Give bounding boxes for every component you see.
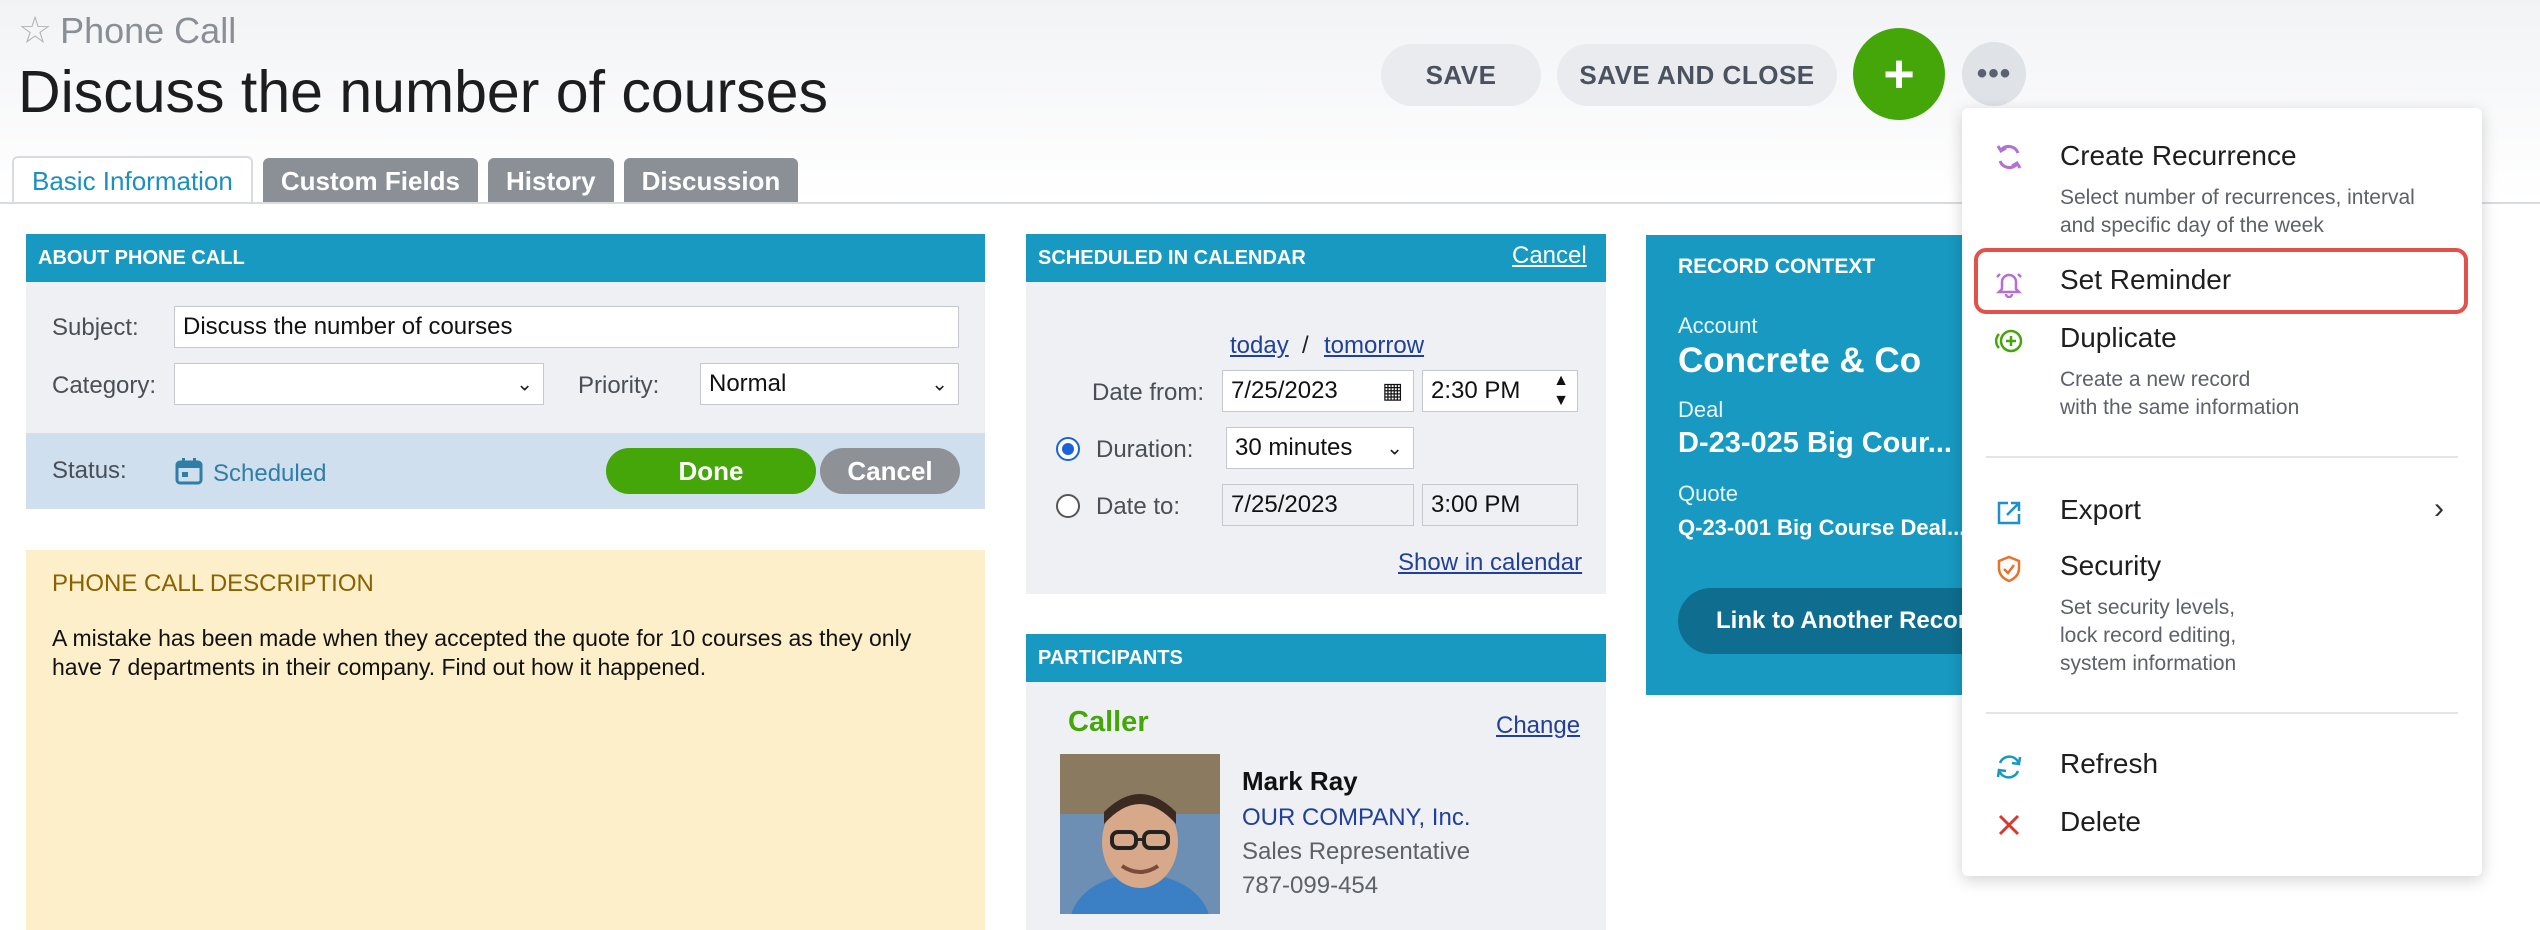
status-label: Status: [52,457,127,484]
time-to-value: 3:00 PM [1431,491,1521,518]
date-from-input[interactable]: 7/25/2023 ▦ [1222,370,1414,412]
recurrence-icon [1992,140,2026,174]
duplicate-icon [1992,324,2026,358]
shield-icon [1992,552,2026,586]
more-options-menu: Create Recurrence Select number of recur… [1962,108,2482,876]
tomorrow-link[interactable]: tomorrow [1324,332,1424,360]
duration-select[interactable]: 30 minutes ⌄ [1226,427,1414,469]
save-and-close-button[interactable]: SAVE AND CLOSE [1557,44,1837,106]
chevron-right-icon: › [2434,492,2444,525]
time-to-input[interactable]: 3:00 PM [1422,484,1578,526]
menu-item-export[interactable]: Export [2060,494,2141,526]
subject-label: Subject: [52,314,139,341]
account-label: Account [1678,313,1758,338]
time-from-input[interactable]: 2:30 PM ▲ ▼ [1422,370,1578,412]
category-label: Category: [52,372,157,399]
record-context-heading: RECORD CONTEXT [1678,255,1876,278]
calendar-icon [174,456,204,486]
time-stepper-icon[interactable]: ▲ ▼ [1553,371,1569,411]
duplicate-description-1: Create a new record [2060,368,2251,391]
quote-label: Quote [1678,481,1738,506]
date-from-label: Date from: [1092,379,1205,406]
description-heading: PHONE CALL DESCRIPTION [52,570,374,597]
participant-company[interactable]: OUR COMPANY, Inc. [1242,804,1471,832]
menu-item-create-recurrence[interactable]: Create Recurrence [2060,140,2297,172]
date-separator: / [1302,332,1309,359]
calendar-picker-icon[interactable]: ▦ [1382,378,1403,404]
calendar-heading-text: SCHEDULED IN CALENDAR [1038,246,1306,269]
menu-separator [1986,712,2458,714]
add-button[interactable]: + [1853,28,1945,120]
today-link[interactable]: today [1230,332,1289,360]
tab-basic-information[interactable]: Basic Information [12,156,253,204]
priority-label: Priority: [578,372,660,399]
deal-value[interactable]: D-23-025 Big Cour... [1678,427,1952,460]
export-icon [1992,496,2026,530]
close-icon [1992,808,2026,842]
chevron-down-icon: ⌄ [931,373,948,396]
menu-item-delete[interactable]: Delete [2060,806,2141,838]
menu-item-duplicate[interactable]: Duplicate [2060,322,2177,354]
participants-panel-heading: PARTICIPANTS [1026,634,1606,682]
participant-position: Sales Representative [1242,838,1471,865]
record-type-label: Phone Call [60,10,237,51]
tab-discussion[interactable]: Discussion [623,158,799,204]
caller-role: Caller [1068,706,1149,738]
cancel-status-button[interactable]: Cancel [820,448,960,494]
security-description-3: system information [2060,652,2237,675]
avatar [1060,754,1220,914]
calendar-cancel-link[interactable]: Cancel [1512,242,1587,270]
deal-label: Deal [1678,397,1724,422]
subject-input[interactable]: Discuss the number of courses [174,306,959,348]
duplicate-description-2: with the same information [2060,396,2300,419]
participant-phone: 787-099-454 [1242,872,1379,899]
menu-item-refresh[interactable]: Refresh [2060,748,2158,780]
account-value[interactable]: Concrete & Co [1678,341,1921,381]
participant-name: Mark Ray [1242,766,1358,796]
quote-value[interactable]: Q-23-001 Big Course Deal... [1678,515,1965,541]
description-panel: PHONE CALL DESCRIPTION A mistake has bee… [26,550,985,930]
duration-value: 30 minutes [1235,434,1353,461]
priority-value: Normal [709,370,787,397]
chevron-down-icon: ⌄ [516,373,533,396]
link-to-another-record-button[interactable]: Link to Another Record [1678,588,2008,654]
security-description-2: lock record editing, [2060,624,2237,647]
menu-item-security[interactable]: Security [2060,550,2161,582]
chevron-down-icon: ⌄ [1386,437,1403,460]
create-recurrence-description-1: Select number of recurrences, interval [2060,186,2415,209]
category-select[interactable]: ⌄ [174,363,544,405]
more-options-button[interactable]: ••• [1962,42,2026,106]
date-to-label: Date to: [1096,493,1181,520]
description-text[interactable]: A mistake has been made when they accept… [52,624,952,682]
menu-separator [1986,456,2458,458]
show-in-calendar-link[interactable]: Show in calendar [1398,549,1582,577]
time-from-value: 2:30 PM [1431,377,1521,404]
subject-value: Discuss the number of courses [183,313,513,340]
tab-custom-fields[interactable]: Custom Fields [262,158,479,204]
date-from-value: 7/25/2023 [1231,377,1338,404]
security-description-1: Set security levels, [2060,596,2236,619]
star-icon[interactable]: ☆ [18,12,52,50]
set-reminder-highlight [1974,248,2468,314]
change-link[interactable]: Change [1496,712,1580,740]
refresh-icon [1992,750,2026,784]
save-button[interactable]: SAVE [1381,44,1541,106]
tab-bar: Basic Information Custom Fields History … [12,156,808,204]
priority-select[interactable]: Normal ⌄ [700,363,959,405]
date-to-input[interactable]: 7/25/2023 [1222,484,1414,526]
record-type: ☆ Phone Call [18,10,236,52]
duration-label: Duration: [1096,436,1194,463]
page-title: Discuss the number of courses [18,59,828,125]
tab-history[interactable]: History [488,158,614,204]
duration-radio[interactable] [1056,437,1080,461]
create-recurrence-description-2: and specific day of the week [2060,214,2324,237]
date-to-radio[interactable] [1056,494,1080,518]
about-panel-body [26,282,985,433]
done-button[interactable]: Done [606,448,816,494]
about-panel-heading: ABOUT PHONE CALL [26,234,985,282]
date-to-value: 7/25/2023 [1231,491,1338,518]
status-value: Scheduled [213,460,327,487]
